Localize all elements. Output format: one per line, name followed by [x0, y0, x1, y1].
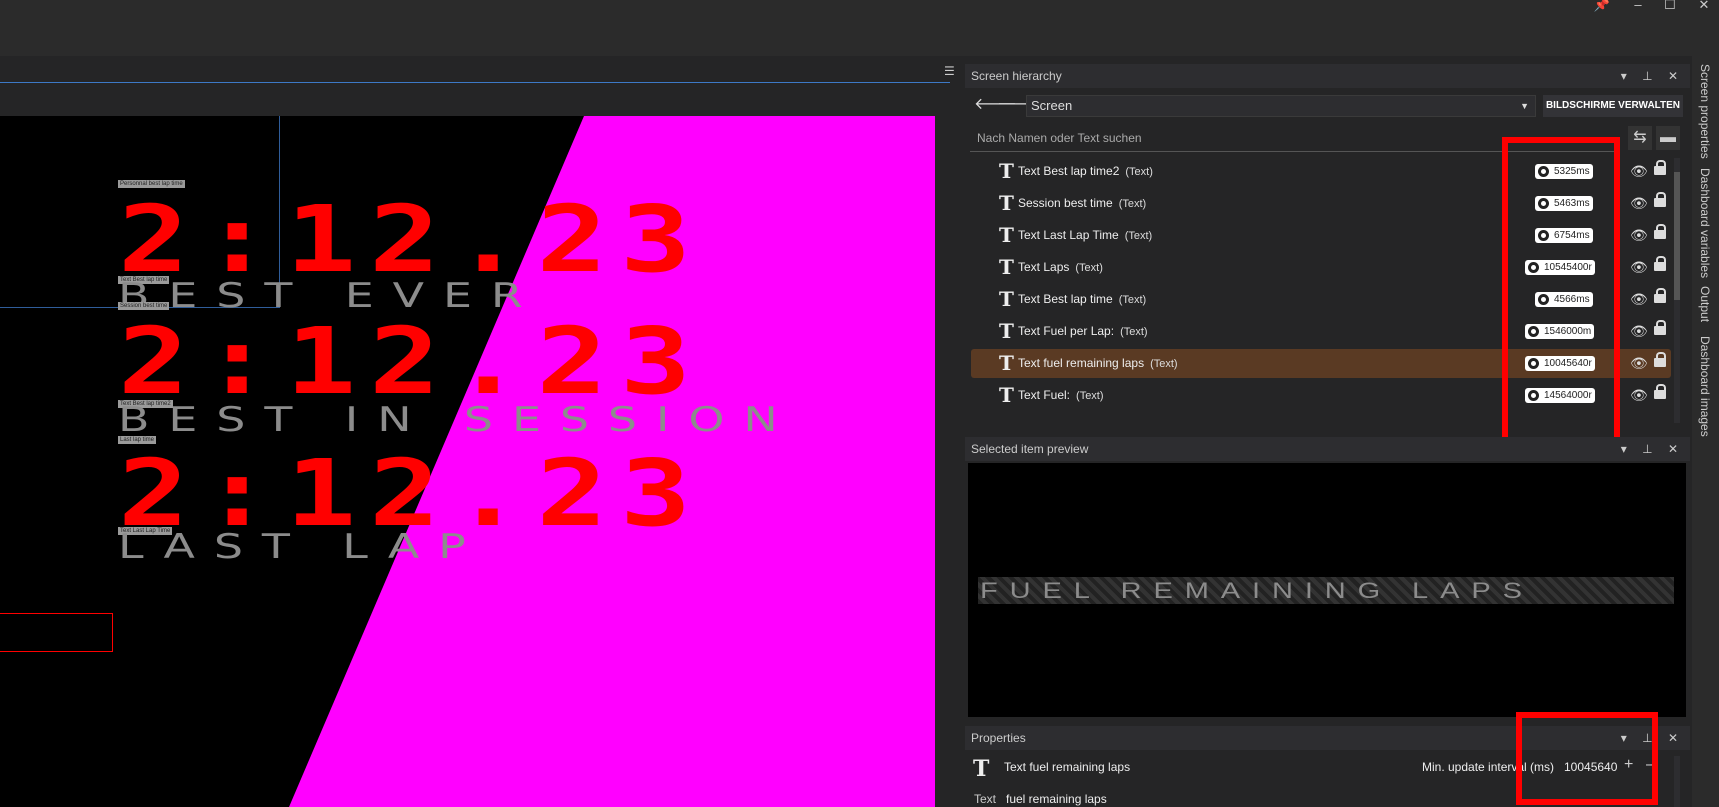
lock-icon[interactable] — [1654, 224, 1666, 239]
row-kind: (Text) — [1120, 326, 1148, 338]
lock-icon[interactable] — [1654, 192, 1666, 207]
text-type-icon: T — [999, 287, 1014, 311]
row-kind: (Text) — [1125, 166, 1153, 178]
panel-controls[interactable]: ▾ ⊥ ✕ — [1621, 437, 1684, 461]
lock-icon[interactable] — [1654, 256, 1666, 271]
best-ever-time[interactable]: 2:12.23 — [118, 194, 704, 286]
editor-tab-line — [0, 82, 950, 83]
dashboard-canvas[interactable]: Personnal best lap time 2:12.23 Text Bes… — [0, 116, 935, 807]
highlight-box — [1516, 712, 1658, 805]
preview-title: Selected item preview — [971, 442, 1089, 456]
swap-icon[interactable]: ⇆ — [1628, 126, 1652, 150]
preview-text: FUEL REMAINING LAPS — [980, 578, 1534, 603]
row-kind: (Text) — [1118, 198, 1147, 210]
row-name: Text Fuel per Lap: — [1018, 324, 1115, 338]
lock-icon[interactable] — [1654, 352, 1666, 367]
text-type-icon: T — [999, 351, 1014, 375]
red-outline-element[interactable] — [0, 613, 113, 652]
row-name: Text fuel remaining laps — [1018, 356, 1145, 370]
row-kind: (Text) — [1076, 390, 1104, 402]
eye-icon[interactable]: 👁 — [1630, 253, 1648, 282]
scrollbar-thumb[interactable] — [1674, 172, 1680, 300]
lock-icon[interactable] — [1654, 384, 1666, 399]
row-name: Text Fuel: — [1018, 388, 1071, 402]
tab-screen-properties[interactable]: Screen properties — [1698, 64, 1712, 159]
search-placeholder: Nach Namen oder Text suchen — [977, 131, 1142, 145]
eye-icon[interactable]: 👁 — [1630, 285, 1648, 314]
hierarchy-scrollbar[interactable] — [1674, 158, 1680, 423]
row-name: Session best time — [1018, 196, 1113, 210]
row-name: Text Best lap time2 — [1018, 164, 1120, 178]
properties-scrollbar[interactable] — [1674, 756, 1680, 807]
panel-controls[interactable]: ▾ ⊥ ✕ — [1621, 64, 1684, 88]
minimize-button[interactable]: – — [1624, 0, 1652, 12]
chevron-down-icon: ▼ — [1520, 101, 1529, 111]
lock-icon[interactable] — [1654, 320, 1666, 335]
eye-icon[interactable]: 👁 — [1630, 349, 1648, 378]
text-property-value[interactable]: fuel remaining laps — [1006, 792, 1107, 806]
highlight-box — [1502, 137, 1620, 460]
window-titlebar — [0, 0, 1719, 56]
text-type-icon: T — [999, 383, 1014, 407]
row-kind: (Text) — [1118, 294, 1147, 306]
forward-arrow-icon[interactable]: 🡒 — [997, 95, 1040, 115]
property-item-name: Text fuel remaining laps — [1004, 760, 1131, 774]
eye-icon[interactable]: 👁 — [1630, 189, 1648, 218]
last-lap-caption[interactable]: LAST LAP — [118, 529, 485, 565]
tab-dashboard-variables[interactable]: Dashboard variables — [1698, 168, 1712, 278]
row-kind: (Text) — [1150, 358, 1178, 370]
row-kind: (Text) — [1075, 262, 1103, 274]
text-type-icon: T — [973, 756, 990, 782]
pin-icon[interactable]: 📌 — [1588, 0, 1616, 12]
tab-dashboard-images[interactable]: Dashboard images — [1698, 336, 1712, 437]
preview-header: Selected item preview ▾ ⊥ ✕ — [965, 437, 1690, 461]
eye-icon[interactable]: 👁 — [1630, 317, 1648, 346]
preview-canvas: FUEL REMAINING LAPS — [968, 463, 1686, 717]
text-type-icon: T — [999, 319, 1014, 343]
text-type-icon: T — [999, 191, 1014, 215]
lock-icon[interactable] — [1654, 160, 1666, 175]
text-type-icon: T — [999, 255, 1014, 279]
hierarchy-header: Screen hierarchy ▾ ⊥ ✕ — [965, 64, 1690, 88]
maximize-button[interactable]: ☐ — [1656, 0, 1684, 12]
best-in-session-caption[interactable]: BEST IN SESSION — [118, 402, 797, 438]
eye-icon[interactable]: 👁 — [1630, 157, 1648, 186]
screen-select-value: Screen — [1031, 98, 1073, 113]
close-window-button[interactable]: ✕ — [1690, 0, 1718, 12]
screen-select[interactable]: Screen ▼ — [1026, 95, 1536, 117]
row-name: Text Last Lap Time — [1018, 228, 1119, 242]
row-name: Text Best lap time — [1018, 292, 1113, 306]
folder-icon[interactable]: ▬ — [1656, 126, 1680, 150]
properties-title: Properties — [971, 731, 1026, 745]
tab-output[interactable]: Output — [1698, 286, 1712, 322]
manage-screens-button[interactable]: BILDSCHIRME VERWALTEN — [1543, 95, 1683, 117]
text-type-icon: T — [999, 223, 1014, 247]
text-property-label: Text — [974, 792, 997, 806]
editor-menu-icon[interactable]: ☰ — [944, 64, 955, 78]
session-best-time[interactable]: 2:12.23 — [118, 316, 704, 408]
text-type-icon: T — [999, 159, 1014, 183]
eye-icon[interactable]: 👁 — [1630, 381, 1648, 410]
eye-icon[interactable]: 👁 — [1630, 221, 1648, 250]
row-name: Text Laps — [1018, 260, 1070, 274]
hierarchy-title: Screen hierarchy — [971, 69, 1062, 83]
row-kind: (Text) — [1124, 230, 1153, 242]
back-arrow-icon[interactable]: 🡐 — [974, 95, 1017, 115]
lock-icon[interactable] — [1654, 288, 1666, 303]
